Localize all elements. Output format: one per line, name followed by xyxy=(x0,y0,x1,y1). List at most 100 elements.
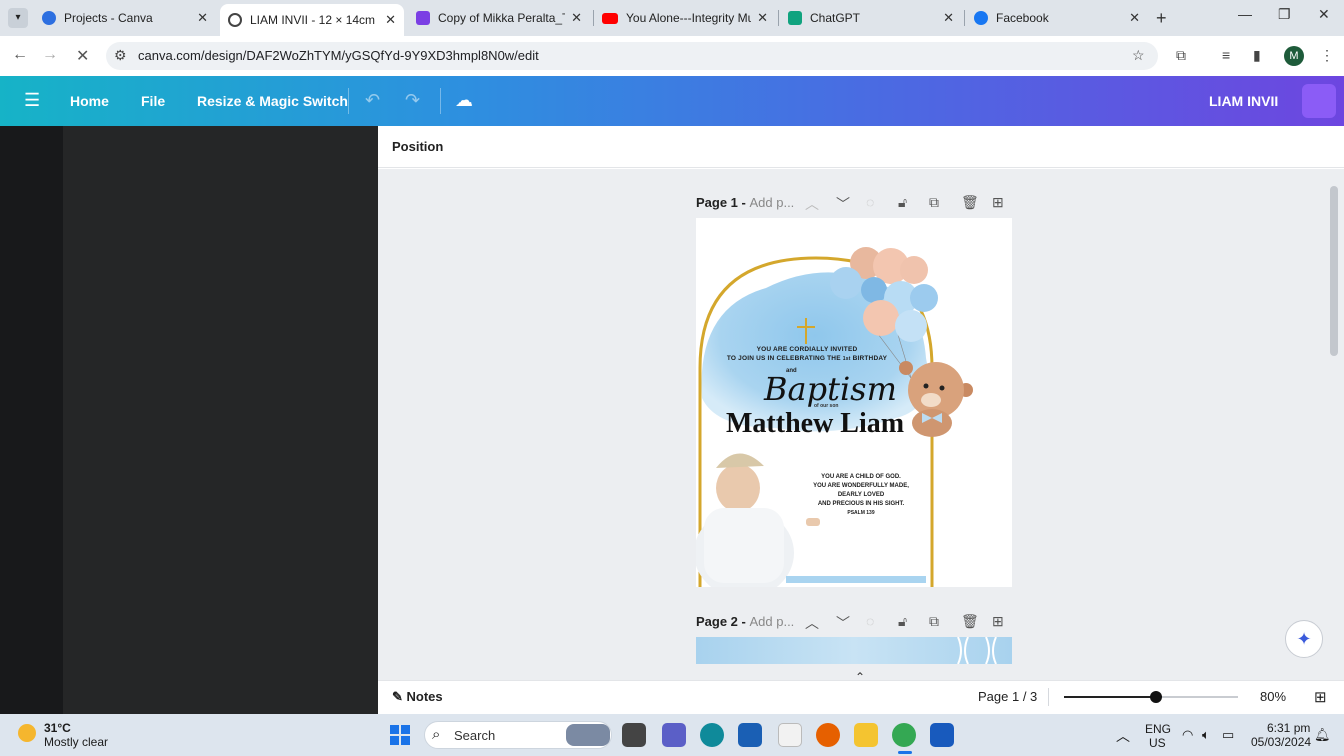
weather-moon-icon xyxy=(18,724,36,742)
language-line-1[interactable]: ENG xyxy=(1145,722,1171,736)
media-control-icon[interactable]: ≡ xyxy=(1222,47,1230,63)
windows-start-icon[interactable] xyxy=(390,725,410,745)
language-line-2[interactable]: US xyxy=(1149,736,1166,750)
notes-button[interactable]: ✎ Notes xyxy=(392,689,443,705)
invite-ordinal: 1st xyxy=(842,356,851,362)
design-title[interactable]: LIAM INVII xyxy=(1209,93,1278,109)
child-name: Matthew Liam xyxy=(726,408,905,439)
minimize-icon[interactable]: — xyxy=(1238,6,1252,22)
facebook-icon xyxy=(974,11,988,25)
close-icon[interactable]: ✕ xyxy=(571,10,582,26)
wifi-icon[interactable]: ◠ xyxy=(1182,727,1193,743)
duplicate-page-icon[interactable]: ⧉ xyxy=(929,613,939,630)
tab-label: ChatGPT xyxy=(810,11,861,25)
zoom-slider-fill xyxy=(1064,696,1157,698)
chevron-up-icon[interactable]: ︿ xyxy=(805,194,819,214)
hide-page-icon[interactable]: ◌ xyxy=(866,194,874,210)
home-menu[interactable]: Home xyxy=(70,93,109,109)
undo-icon[interactable]: ↶ xyxy=(365,90,380,111)
tab-label: Facebook xyxy=(996,11,1049,25)
zoom-percentage[interactable]: 80% xyxy=(1260,689,1286,704)
hide-page-icon[interactable]: ◌ xyxy=(866,613,874,629)
tab-projects-canva[interactable]: Projects - Canva ✕ xyxy=(34,4,216,32)
cloud-saved-icon[interactable]: ☁ xyxy=(455,90,473,111)
chevron-down-icon[interactable]: ﹀ xyxy=(836,613,850,633)
chevron-down-icon[interactable]: ﹀ xyxy=(836,194,850,214)
restore-icon[interactable]: ❐ xyxy=(1278,6,1291,23)
resize-magic-switch-menu[interactable]: Resize & Magic Switch xyxy=(197,93,348,109)
side-panel-icon[interactable]: ▮ xyxy=(1253,47,1261,64)
bookmark-star-icon[interactable]: ☆ xyxy=(1132,47,1145,64)
hamburger-menu-icon[interactable]: ☰ xyxy=(24,90,40,111)
page-count-button[interactable]: Page 1 / 3 xyxy=(978,689,1037,704)
watercolor-strip xyxy=(786,576,926,583)
close-icon[interactable]: ✕ xyxy=(197,10,208,26)
lock-icon[interactable]: 🔓︎ xyxy=(898,194,907,211)
notification-bell-icon[interactable]: 🔔︎ xyxy=(1314,727,1331,743)
grid-view-icon[interactable]: ⊞ xyxy=(1314,688,1327,706)
notes-label: Notes xyxy=(406,689,443,704)
teams-icon[interactable] xyxy=(662,723,686,747)
add-page-icon[interactable]: ⊞ xyxy=(992,194,1004,211)
verse-block: YOU ARE A CHILD OF GOD. YOU ARE WONDERFU… xyxy=(804,473,918,518)
profile-avatar[interactable]: M xyxy=(1284,46,1304,66)
weather-description[interactable]: Mostly clear xyxy=(44,735,108,749)
stop-loading-icon[interactable]: ✕ xyxy=(76,46,89,66)
close-icon[interactable]: ✕ xyxy=(757,10,768,26)
file-explorer-icon[interactable] xyxy=(854,723,878,747)
window-close-icon[interactable]: ✕ xyxy=(1318,6,1330,23)
clock-date[interactable]: 05/03/2024 xyxy=(1251,735,1311,749)
site-info-icon[interactable]: ⚙ xyxy=(114,47,127,64)
page-1-design[interactable]: YOU ARE CORDIALLY INVITED TO JOIN US IN … xyxy=(696,218,1012,587)
close-icon[interactable]: ✕ xyxy=(1129,10,1140,26)
back-icon[interactable]: ← xyxy=(12,46,28,64)
redo-icon[interactable]: ↷ xyxy=(405,90,420,111)
page-title-input[interactable]: Add p... xyxy=(749,195,794,210)
delete-page-icon[interactable]: 🗑︎ xyxy=(961,613,979,630)
amazon-icon[interactable] xyxy=(778,723,802,747)
close-icon[interactable]: ✕ xyxy=(943,10,954,26)
share-button[interactable] xyxy=(1302,84,1336,118)
task-view-icon[interactable] xyxy=(622,723,646,747)
show-hidden-icons[interactable]: ︿ xyxy=(1116,726,1130,746)
magic-sparkle-button[interactable]: ✦ xyxy=(1285,620,1323,658)
delete-page-icon[interactable]: 🗑︎ xyxy=(961,194,979,211)
volume-icon[interactable]: 🔈︎ xyxy=(1202,727,1210,743)
url-text[interactable]: canva.com/design/DAF2WoZhTYM/yGSQfYd-9Y9… xyxy=(138,48,539,63)
word-icon[interactable] xyxy=(930,723,954,747)
page-2-design[interactable] xyxy=(696,637,1012,664)
lock-icon[interactable]: 🔓︎ xyxy=(898,613,907,630)
extensions-icon[interactable]: ⧉ xyxy=(1176,47,1186,64)
chrome-icon[interactable] xyxy=(892,723,916,747)
weather-temperature[interactable]: 31°C xyxy=(44,721,71,735)
tab-liam-invii[interactable]: LIAM INVII - 12 × 14cm ✕ xyxy=(220,4,404,36)
tab-label: LIAM INVII - 12 × 14cm xyxy=(250,13,376,27)
vertical-scrollbar[interactable] xyxy=(1330,186,1338,356)
store-icon[interactable] xyxy=(738,723,762,747)
canva-icon xyxy=(42,11,56,25)
clock-time[interactable]: 6:31 pm xyxy=(1267,721,1310,735)
new-tab-icon[interactable]: + xyxy=(1156,8,1167,29)
battery-icon[interactable]: ▭ xyxy=(1222,727,1234,743)
forward-icon[interactable]: → xyxy=(42,46,58,64)
tab-youtube[interactable]: You Alone---Integrity Musi ✕ xyxy=(594,4,776,32)
tab-search-button[interactable]: ▾ xyxy=(8,8,28,28)
page-title-input[interactable]: Add p... xyxy=(749,614,794,629)
add-page-icon[interactable]: ⊞ xyxy=(992,613,1004,630)
duplicate-page-icon[interactable]: ⧉ xyxy=(929,194,939,211)
tab-chatgpt[interactable]: ChatGPT ✕ xyxy=(780,4,962,32)
chatgpt-icon xyxy=(788,11,802,25)
search-placeholder: Search xyxy=(454,728,496,743)
edge-icon[interactable] xyxy=(700,723,724,747)
position-button[interactable]: Position xyxy=(392,139,443,154)
divider xyxy=(1048,688,1049,706)
tab-copy-mikka[interactable]: Copy of Mikka Peralta_TEA ✕ xyxy=(408,4,590,32)
page-2-artwork xyxy=(957,637,997,664)
file-menu[interactable]: File xyxy=(141,93,165,109)
tab-facebook[interactable]: Facebook ✕ xyxy=(966,4,1148,32)
close-icon[interactable]: ✕ xyxy=(385,12,396,28)
page-label: Page 2 xyxy=(696,614,738,629)
more-menu-icon[interactable]: ⋮ xyxy=(1320,47,1334,64)
chevron-up-icon[interactable]: ︿ xyxy=(805,613,819,633)
firefox-icon[interactable] xyxy=(816,723,840,747)
